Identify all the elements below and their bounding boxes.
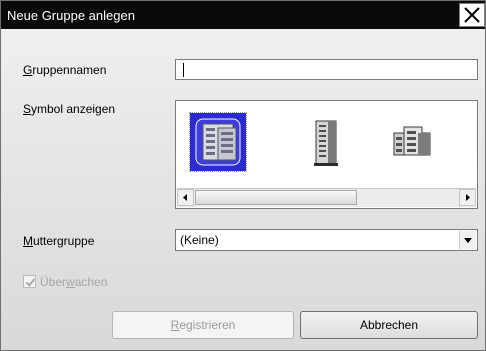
horizontal-scrollbar[interactable] <box>177 188 476 207</box>
dialog-window: Neue Gruppe anlegen Gruppennamen Symbol … <box>0 0 486 351</box>
arrow-right-icon <box>466 194 470 201</box>
group-name-input[interactable] <box>175 59 478 80</box>
scroll-left-button[interactable] <box>177 189 194 206</box>
group-name-label: Gruppennamen <box>23 63 107 77</box>
window-title: Neue Gruppe anlegen <box>7 8 135 23</box>
register-button[interactable]: Registrieren <box>112 311 294 339</box>
title-bar[interactable]: Neue Gruppe anlegen <box>1 1 485 29</box>
symbol-item-2[interactable] <box>298 113 354 171</box>
building-wide-icon <box>393 126 431 156</box>
symbol-label: Symbol anzeigen <box>23 102 116 116</box>
chevron-down-icon <box>464 238 472 243</box>
parent-group-label: Muttergruppe <box>23 234 95 248</box>
symbol-item-1[interactable] <box>189 112 247 172</box>
building-blue-icon <box>195 118 241 166</box>
monitor-checkbox[interactable] <box>23 275 36 288</box>
parent-group-select[interactable]: (Keine) <box>175 229 478 251</box>
arrow-left-icon <box>183 194 187 201</box>
check-icon <box>25 278 36 287</box>
parent-group-value: (Keine) <box>180 233 219 247</box>
close-button[interactable] <box>459 3 485 27</box>
cancel-button[interactable]: Abbrechen <box>300 311 478 339</box>
symbol-list[interactable] <box>175 100 478 209</box>
symbol-item-3[interactable] <box>384 113 440 171</box>
dropdown-button[interactable] <box>459 231 476 249</box>
scroll-thumb[interactable] <box>195 190 357 205</box>
scroll-right-button[interactable] <box>459 189 476 206</box>
close-icon <box>464 7 480 23</box>
text-caret <box>183 63 184 77</box>
building-tower-icon <box>314 120 338 166</box>
monitor-label: Überwachen <box>40 275 108 289</box>
